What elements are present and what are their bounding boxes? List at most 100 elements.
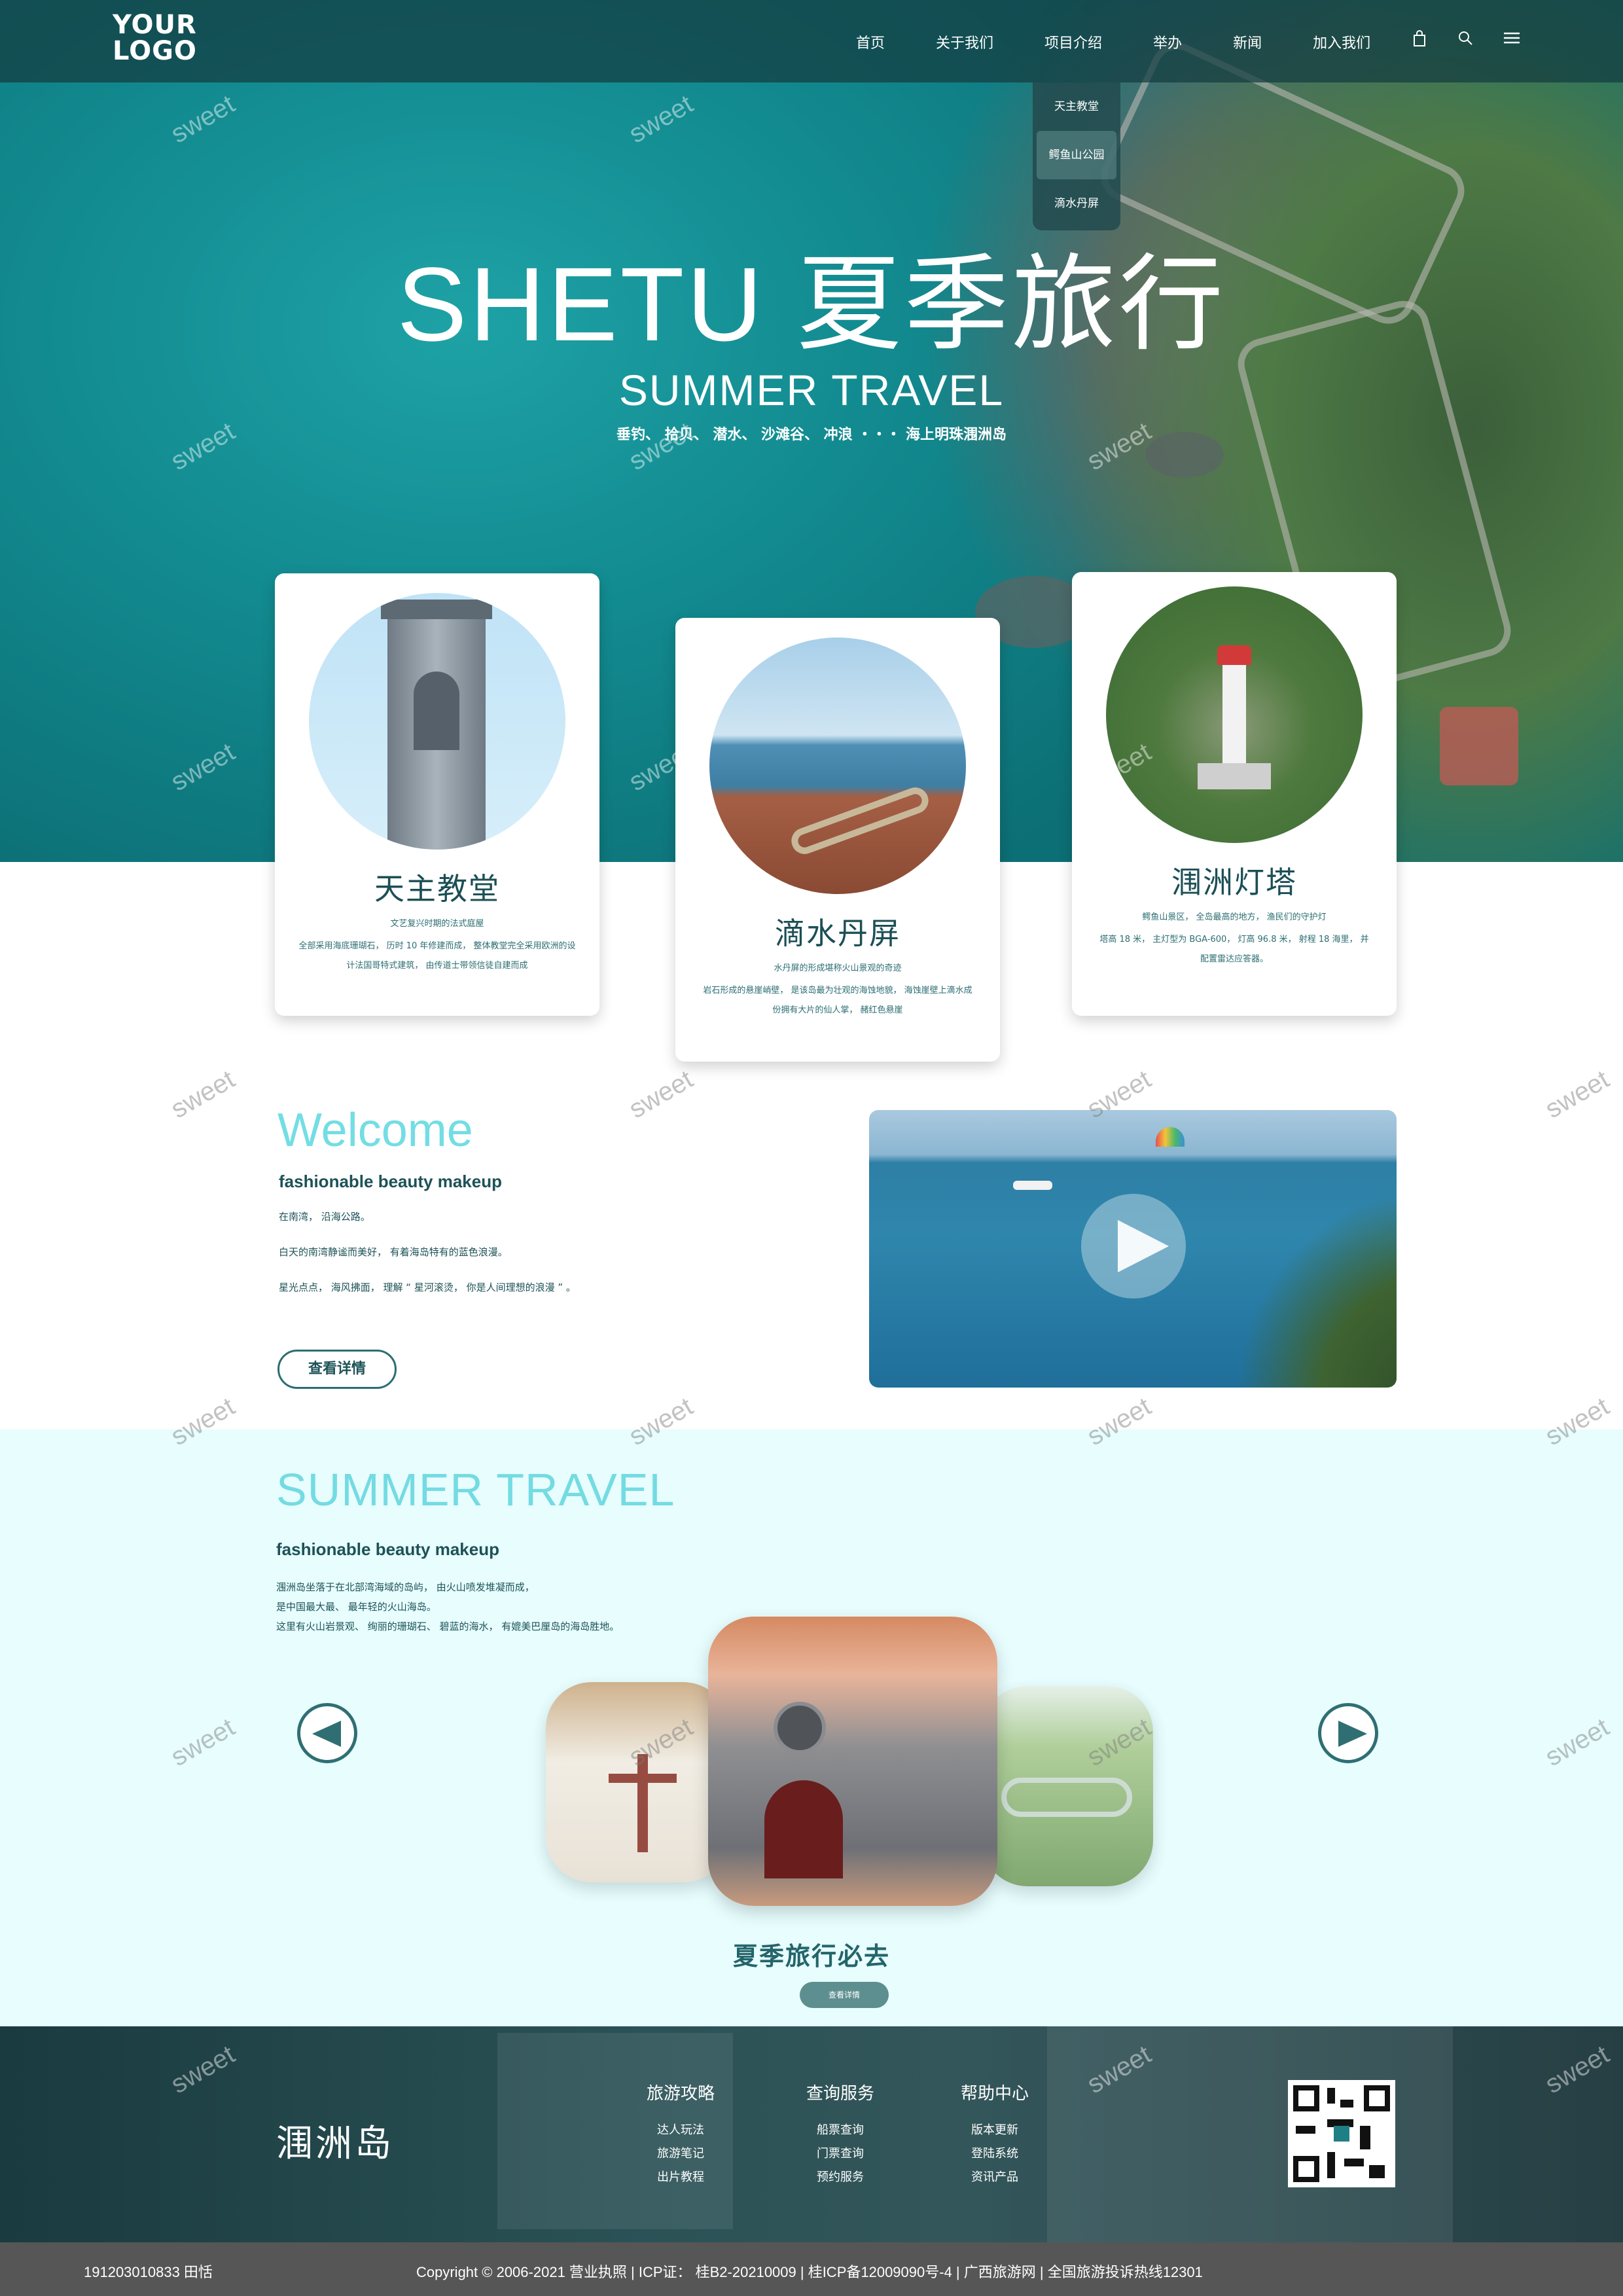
lighthouse-top: [1217, 645, 1251, 665]
arrow-right-icon: [1338, 1721, 1367, 1747]
card-title: 天主教堂: [374, 871, 500, 906]
attraction-card-lighthouse[interactable]: 涠洲灯塔 鳄鱼山景区， 全岛最高的地方， 渔民们的守护灯 塔高 18 米， 主灯…: [1072, 572, 1397, 1016]
card-subtitle: 鳄鱼山景区， 全岛最高的地方， 渔民们的守护灯: [1142, 912, 1327, 922]
logo-line2: LOGO: [113, 36, 197, 66]
hero-tagline: 垂钓、 拾贝、 潜水、 沙滩谷、 冲浪 ・・・ 海上明珠涠洲岛: [616, 427, 1007, 443]
carousel-next-button[interactable]: [1318, 1703, 1378, 1763]
footer-column-title: 旅游攻略: [647, 2084, 715, 2104]
hero-rock: [1440, 707, 1518, 785]
footer-column-title: 帮助中心: [961, 2084, 1029, 2104]
qr-module: [1369, 2165, 1385, 2178]
carousel-slide-right[interactable]: [982, 1686, 1153, 1886]
qr-module: [1296, 2126, 1315, 2134]
boardwalk-shape: [787, 783, 933, 858]
summer-title: SUMMER TRAVEL: [276, 1464, 675, 1515]
nav-about[interactable]: 关于我们: [936, 31, 993, 52]
welcome-title: Welcome: [277, 1104, 473, 1157]
lighthouse-photo: [1106, 586, 1363, 843]
summer-subtitle: fashionable beauty makeup: [276, 1539, 499, 1559]
footer-column-services: 查询服务 船票查询 门票查询 预约服务: [806, 2080, 874, 2189]
bag-icon[interactable]: [1411, 30, 1428, 47]
carousel-slide-left[interactable]: [546, 1682, 729, 1882]
arrow-left-icon: [312, 1721, 341, 1747]
welcome-subtitle: fashionable beauty makeup: [279, 1172, 502, 1191]
menu-icon[interactable]: [1503, 30, 1520, 47]
site-logo[interactable]: YOUR LOGO: [113, 12, 197, 64]
watermark: sweet: [166, 1064, 240, 1124]
hero-subtitle: SUMMER TRAVEL: [618, 366, 1005, 414]
about-dropdown-menu: 天主教堂 鳄鱼山公园 滴水丹屏: [1033, 82, 1120, 230]
student-id-text: 191203010833 田恬: [84, 2264, 213, 2280]
dropdown-item-dishuidanping[interactable]: 滴水丹屏: [1033, 179, 1120, 228]
video-player[interactable]: [869, 1110, 1397, 1388]
card-subtitle: 水丹屏的形成堪称火山景观的奇迹: [774, 963, 902, 973]
palm-shape: [1236, 1189, 1397, 1388]
boat-shape: [1013, 1181, 1052, 1190]
hero-title: SHETU 夏季旅行: [397, 245, 1226, 363]
lighthouse-tower: [1222, 658, 1246, 770]
nav-news[interactable]: 新闻: [1233, 31, 1262, 52]
footer-link[interactable]: 达人玩法: [647, 2119, 715, 2142]
qr-module: [1340, 2100, 1353, 2108]
watermark: sweet: [1540, 1064, 1614, 1124]
attraction-card-dishuidanping[interactable]: 滴水丹屏 水丹屏的形成堪称火山景观的奇迹 岩石形成的悬崖峭壁， 是该岛最为壮观的…: [675, 618, 1000, 1062]
footer-link[interactable]: 出片教程: [647, 2166, 715, 2189]
search-icon[interactable]: [1457, 30, 1474, 47]
summer-line: 这里有火山岩景观、 绚丽的珊瑚石、 碧蓝的海水， 有媲美巴厘岛的海岛胜地。: [276, 1621, 620, 1632]
qr-module: [1327, 2088, 1335, 2104]
welcome-line: 在南湾， 沿海公路。: [279, 1211, 370, 1223]
play-icon[interactable]: [1081, 1194, 1186, 1299]
footer-link[interactable]: 旅游笔记: [647, 2142, 715, 2166]
footer-link[interactable]: 预约服务: [806, 2166, 874, 2189]
watermark: sweet: [624, 1064, 698, 1124]
welcome-line: 白天的南湾静谧而美好， 有着海岛特有的蓝色浪漫。: [279, 1246, 508, 1258]
qr-finder: [1293, 2156, 1319, 2182]
footer-link[interactable]: 资讯产品: [961, 2166, 1029, 2189]
crucifix-bar: [609, 1774, 677, 1783]
carousel-prev-button[interactable]: [297, 1703, 357, 1763]
summer-text: 涠洲岛坐落于在北部湾海域的岛屿， 由火山喷发堆凝而成， 是中国最大最、 最年轻的…: [276, 1577, 619, 1636]
parasail-shape: [1156, 1127, 1185, 1147]
card-subtitle: 文艺复兴时期的法式庭屋: [390, 919, 484, 929]
qr-finder: [1293, 2085, 1319, 2111]
qr-module: [1360, 2126, 1370, 2149]
nav-projects[interactable]: 项目介绍: [1044, 31, 1102, 52]
footer-link[interactable]: 版本更新: [961, 2119, 1029, 2142]
footer-column-title: 查询服务: [806, 2084, 875, 2104]
attraction-card-church[interactable]: 天主教堂 文艺复兴时期的法式庭屋 全部采用海底珊瑚石， 历时 10 年修建而成，…: [275, 573, 599, 1016]
copyright-text: Copyright © 2006-2021 营业执照 | ICP证： 桂B2-2…: [416, 2264, 1203, 2280]
carousel-details-button[interactable]: 查看详情: [800, 1982, 889, 2008]
nav-events[interactable]: 举办: [1153, 31, 1182, 52]
dropdown-item-crocodile-park[interactable]: 鳄鱼山公园: [1037, 131, 1116, 179]
welcome-text: 在南湾， 沿海公路。 白天的南湾静谧而美好， 有着海岛特有的蓝色浪漫。 星光点点…: [279, 1210, 576, 1316]
qr-code: [1288, 2080, 1395, 2187]
dropdown-item-church[interactable]: 天主教堂: [1033, 82, 1120, 131]
copyright-bar: 191203010833 田恬 Copyright © 2006-2021 营业…: [0, 2242, 1623, 2296]
summer-line: 涠洲岛坐落于在北部湾海域的岛屿， 由火山喷发堆凝而成，: [276, 1581, 535, 1593]
summer-line: 是中国最大最、 最年轻的火山海岛。: [276, 1601, 437, 1613]
card-title: 涠洲灯塔: [1171, 865, 1297, 900]
carousel-caption: 夏季旅行必去: [732, 1942, 890, 1971]
qr-module: [1334, 2126, 1349, 2142]
church-window: [414, 672, 459, 750]
qr-finder: [1364, 2085, 1390, 2111]
carousel-slide-center[interactable]: [708, 1617, 997, 1906]
footer-brand: 涠洲岛: [276, 2123, 394, 2165]
qr-module: [1327, 2152, 1335, 2178]
footer-link[interactable]: 门票查询: [806, 2142, 874, 2166]
church-arch: [764, 1780, 843, 1878]
footer-link[interactable]: 登陆系统: [961, 2142, 1029, 2166]
nav-home[interactable]: 首页: [856, 31, 885, 52]
card-description: 岩石形成的悬崖峭壁， 是该岛最为壮观的海蚀地貌， 海蚀崖壁上滴水成份拥有大片的仙…: [703, 986, 972, 1015]
logo-line1: YOUR: [113, 10, 197, 40]
top-navbar: YOUR LOGO 首页 关于我们 项目介绍 举办 新闻 加入我们: [0, 0, 1623, 82]
footer-link[interactable]: 船票查询: [806, 2119, 874, 2142]
nav-join[interactable]: 加入我们: [1313, 31, 1370, 52]
stream-shape: [1001, 1778, 1132, 1817]
card-title: 滴水丹屏: [775, 916, 901, 951]
footer-column-guides: 旅游攻略 达人玩法 旅游笔记 出片教程: [647, 2080, 715, 2189]
church-photo: [309, 593, 565, 850]
lighthouse-base: [1198, 763, 1271, 789]
card-description: 全部采用海底珊瑚石， 历时 10 年修建而成， 整体教堂完全采用欧洲的设计法国哥…: [298, 941, 576, 971]
view-details-button[interactable]: 查看详情: [277, 1350, 397, 1389]
